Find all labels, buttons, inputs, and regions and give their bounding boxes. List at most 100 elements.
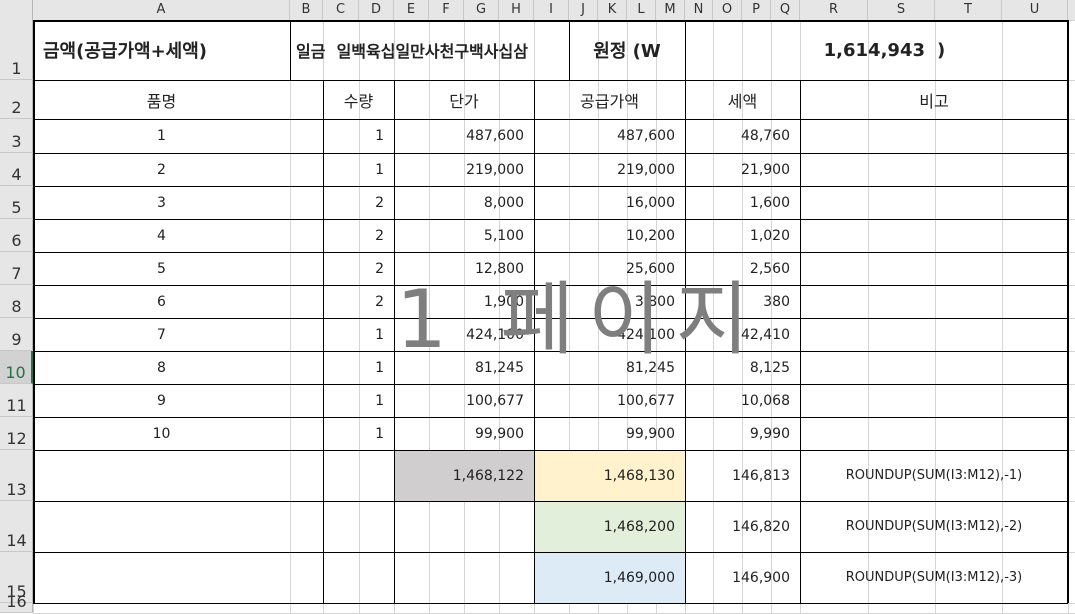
column-header-L[interactable]: L <box>627 0 656 20</box>
unit-price-cell[interactable]: 1,900 <box>394 285 534 318</box>
column-header-K[interactable]: K <box>598 0 627 20</box>
item-name-cell[interactable]: 5 <box>33 252 290 285</box>
tax-cell[interactable]: 48,760 <box>685 119 800 153</box>
qty-cell[interactable]: 1 <box>323 318 394 351</box>
total-tax-cell[interactable]: 146,820 <box>685 501 800 552</box>
item-name-cell[interactable]: 9 <box>33 384 290 417</box>
tax-cell[interactable]: 8,125 <box>685 351 800 384</box>
note-cell[interactable] <box>800 351 1068 384</box>
column-header-G[interactable]: G <box>464 0 499 20</box>
supply-amount-cell[interactable]: 10,200 <box>534 219 685 252</box>
column-header-C[interactable]: C <box>323 0 359 20</box>
tax-cell[interactable]: 10,068 <box>685 384 800 417</box>
column-header-U[interactable]: U <box>1002 0 1068 20</box>
item-name-cell[interactable]: 4 <box>33 219 290 252</box>
row-header-7[interactable]: 7 <box>0 252 33 285</box>
won-label-cell[interactable]: 원정 (W <box>569 20 685 80</box>
column-header-Q[interactable]: Q <box>771 0 800 20</box>
column-header-H[interactable]: H <box>499 0 534 20</box>
column-header-N[interactable]: N <box>685 0 713 20</box>
header-note[interactable]: 비고 <box>800 80 1068 119</box>
column-header-R[interactable]: R <box>800 0 868 20</box>
unit-price-cell[interactable]: 12,800 <box>394 252 534 285</box>
note-cell[interactable] <box>800 153 1068 186</box>
row-header-1[interactable]: 1 <box>0 20 33 80</box>
tax-cell[interactable]: 380 <box>685 285 800 318</box>
header-price[interactable]: 단가 <box>394 80 534 119</box>
column-header-I[interactable]: I <box>534 0 569 20</box>
header-supply[interactable]: 공급가액 <box>534 80 685 119</box>
header-tax[interactable]: 세액 <box>685 80 800 119</box>
row-header-5[interactable]: 5 <box>0 186 33 219</box>
item-name-cell[interactable]: 7 <box>33 318 290 351</box>
qty-cell[interactable]: 2 <box>323 252 394 285</box>
total-amount-cell[interactable]: 1,614,943 <box>685 20 935 80</box>
column-header-P[interactable]: P <box>742 0 771 20</box>
qty-cell[interactable]: 2 <box>323 285 394 318</box>
formula-note-cell[interactable]: ROUNDUP(SUM(I3:M12),-3) <box>800 552 1068 603</box>
total-price-cell[interactable]: 1,468,122 <box>394 450 534 501</box>
qty-cell[interactable]: 1 <box>323 119 394 153</box>
formula-note-cell[interactable]: ROUNDUP(SUM(I3:M12),-1) <box>800 450 1068 501</box>
total-tax-cell[interactable]: 146,813 <box>685 450 800 501</box>
tax-cell[interactable]: 1,600 <box>685 186 800 219</box>
row-header-8[interactable]: 8 <box>0 285 33 318</box>
amount-in-words-cell[interactable]: 일금 일백육십일만사천구백사십삼 <box>290 20 569 80</box>
title-label-cell[interactable]: 금액(공급가액+세액) <box>33 20 290 80</box>
row-header-3[interactable]: 3 <box>0 119 33 153</box>
row-header-9[interactable]: 9 <box>0 318 33 351</box>
row-header-11[interactable]: 11 <box>0 384 33 417</box>
total-price-cell[interactable] <box>394 552 534 603</box>
note-cell[interactable] <box>800 186 1068 219</box>
row-header-2[interactable]: 2 <box>0 80 33 119</box>
note-cell[interactable] <box>800 285 1068 318</box>
row-header-12[interactable]: 12 <box>0 417 33 450</box>
header-item[interactable]: 품명 <box>33 80 290 119</box>
supply-amount-cell[interactable]: 16,000 <box>534 186 685 219</box>
supply-amount-cell[interactable]: 100,677 <box>534 384 685 417</box>
qty-cell[interactable]: 1 <box>323 351 394 384</box>
column-header-S[interactable]: S <box>868 0 935 20</box>
note-cell[interactable] <box>800 417 1068 450</box>
row-header-16[interactable]: 16 <box>0 592 33 613</box>
note-cell[interactable] <box>800 318 1068 351</box>
total-tax-cell[interactable]: 146,900 <box>685 552 800 603</box>
unit-price-cell[interactable]: 487,600 <box>394 119 534 153</box>
column-header-O[interactable]: O <box>713 0 742 20</box>
unit-price-cell[interactable]: 424,100 <box>394 318 534 351</box>
unit-price-cell[interactable]: 100,677 <box>394 384 534 417</box>
tax-cell[interactable]: 21,900 <box>685 153 800 186</box>
tax-cell[interactable]: 42,410 <box>685 318 800 351</box>
column-header-A[interactable]: A <box>33 0 290 20</box>
supply-amount-cell[interactable]: 25,600 <box>534 252 685 285</box>
tax-cell[interactable]: 1,020 <box>685 219 800 252</box>
tax-cell[interactable]: 9,990 <box>685 417 800 450</box>
row-header-10[interactable]: 10 <box>0 351 33 384</box>
unit-price-cell[interactable]: 81,245 <box>394 351 534 384</box>
item-name-cell[interactable]: 8 <box>33 351 290 384</box>
qty-cell[interactable]: 1 <box>323 384 394 417</box>
column-header-J[interactable]: J <box>569 0 598 20</box>
supply-amount-cell[interactable]: 3,800 <box>534 285 685 318</box>
unit-price-cell[interactable]: 99,900 <box>394 417 534 450</box>
total-supply-cell[interactable]: 1,469,000 <box>534 552 685 603</box>
qty-cell[interactable]: 1 <box>323 153 394 186</box>
note-cell[interactable] <box>800 384 1068 417</box>
column-header-T[interactable]: T <box>935 0 1002 20</box>
column-header-E[interactable]: E <box>394 0 429 20</box>
column-header-F[interactable]: F <box>429 0 464 20</box>
header-qty[interactable]: 수량 <box>323 80 394 119</box>
column-header-B[interactable]: B <box>290 0 323 20</box>
note-cell[interactable] <box>800 119 1068 153</box>
supply-amount-cell[interactable]: 99,900 <box>534 417 685 450</box>
total-supply-cell[interactable]: 1,468,130 <box>534 450 685 501</box>
qty-cell[interactable]: 1 <box>323 417 394 450</box>
tax-cell[interactable]: 2,560 <box>685 252 800 285</box>
note-cell[interactable] <box>800 252 1068 285</box>
total-supply-cell[interactable]: 1,468,200 <box>534 501 685 552</box>
supply-amount-cell[interactable]: 424,100 <box>534 318 685 351</box>
supply-amount-cell[interactable]: 219,000 <box>534 153 685 186</box>
item-name-cell[interactable]: 6 <box>33 285 290 318</box>
row-header-6[interactable]: 6 <box>0 219 33 252</box>
qty-cell[interactable]: 2 <box>323 186 394 219</box>
